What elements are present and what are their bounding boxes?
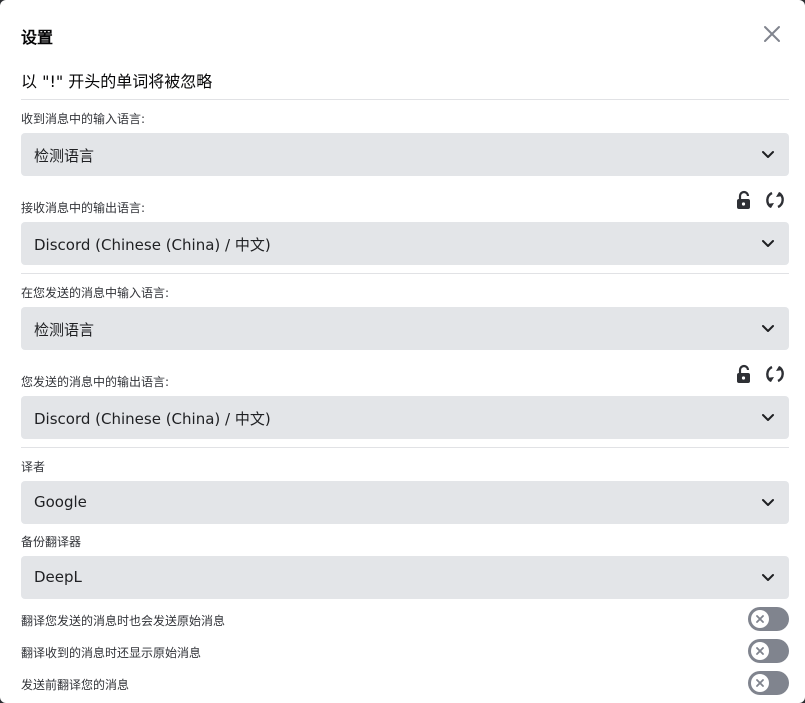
backup-translator-label: 备份翻译器 [21, 535, 82, 549]
received-output-language-label: 接收消息中的输出语言: [21, 201, 146, 215]
received-input-language-select[interactable]: 检测语言 [21, 133, 789, 176]
translator-label: 译者 [21, 460, 46, 474]
translator-select[interactable]: Google [21, 481, 789, 524]
select-value: Discord (Chinese (China) / 中文) [34, 236, 271, 254]
chevron-down-icon [762, 151, 774, 158]
backup-translator-select[interactable]: DeepL [21, 556, 789, 599]
send-original-toggle[interactable] [748, 607, 789, 631]
close-icon[interactable] [760, 22, 784, 46]
chevron-down-icon [762, 325, 774, 332]
settings-modal: 设置 以 "!" 开头的单词将被忽略 收到消息中的输入语言: 检测语言 接收消息… [0, 0, 805, 703]
swap-icon[interactable] [764, 363, 786, 385]
translate-before-send-toggle[interactable] [748, 671, 789, 695]
select-value: 检测语言 [34, 321, 95, 339]
chevron-down-icon [762, 414, 774, 421]
lock-icon[interactable] [733, 189, 755, 211]
toggle-label-show-original: 翻译收到的消息时还显示原始消息 [21, 646, 202, 660]
divider [21, 447, 789, 448]
sent-input-language-select[interactable]: 检测语言 [21, 307, 789, 350]
x-icon [756, 679, 764, 687]
chevron-down-icon [762, 499, 774, 506]
chevron-down-icon [762, 574, 774, 581]
show-original-toggle[interactable] [748, 639, 789, 663]
modal-title: 设置 [21, 28, 54, 47]
sent-input-language-label: 在您发送的消息中输入语言: [21, 286, 170, 300]
sent-output-language-label: 您发送的消息中的输出语言: [21, 375, 170, 389]
toggle-knob [751, 610, 769, 628]
select-value: Google [34, 493, 87, 511]
toggle-knob [751, 674, 769, 692]
divider [21, 99, 789, 100]
select-value: DeepL [34, 568, 82, 586]
select-value: Discord (Chinese (China) / 中文) [34, 410, 271, 428]
swap-icon[interactable] [764, 189, 786, 211]
received-output-language-select[interactable]: Discord (Chinese (China) / 中文) [21, 222, 789, 265]
divider [21, 273, 789, 274]
lock-icon[interactable] [733, 363, 755, 385]
sent-output-language-select[interactable]: Discord (Chinese (China) / 中文) [21, 396, 789, 439]
ignore-notice: 以 "!" 开头的单词将被忽略 [21, 72, 213, 91]
x-icon [756, 615, 764, 623]
received-input-language-label: 收到消息中的输入语言: [21, 112, 146, 126]
toggle-label-send-original: 翻译您发送的消息时也会发送原始消息 [21, 614, 226, 628]
toggle-knob [751, 642, 769, 660]
chevron-down-icon [762, 240, 774, 247]
x-icon [756, 647, 764, 655]
select-value: 检测语言 [34, 147, 95, 165]
toggle-label-translate-before-send: 发送前翻译您的消息 [21, 678, 130, 692]
